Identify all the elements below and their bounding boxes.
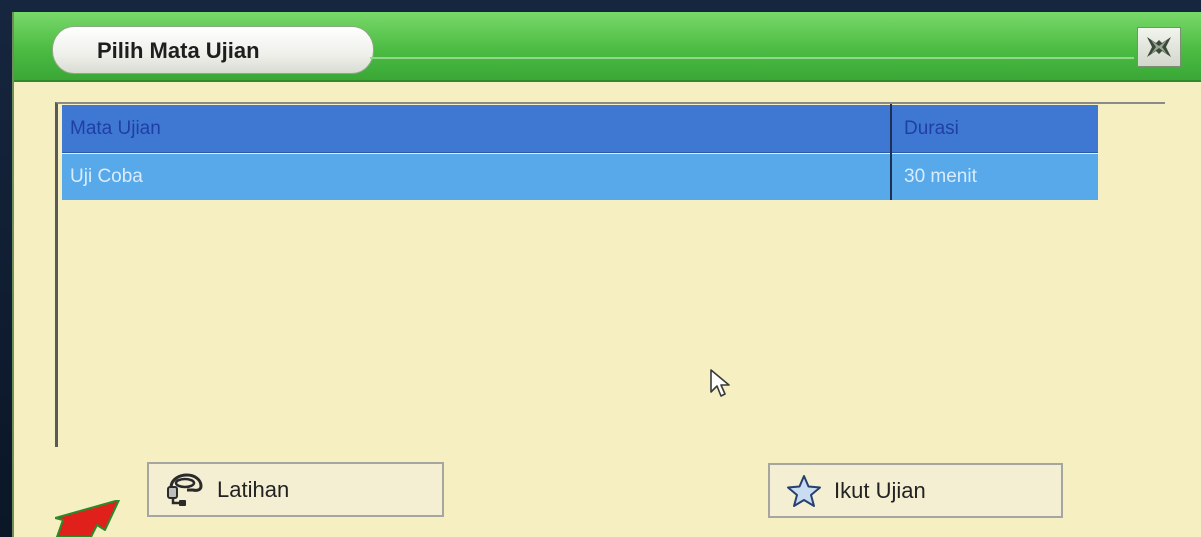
exam-list: Mata Ujian Durasi Uji Coba 30 menit xyxy=(55,102,1165,447)
column-header-subject[interactable]: Mata Ujian xyxy=(70,118,161,140)
close-button[interactable] xyxy=(1137,27,1181,67)
list-header: Mata Ujian Durasi xyxy=(62,105,1098,153)
title-tab: Pilih Mata Ujian xyxy=(52,26,374,74)
window-titlebar: Pilih Mata Ujian xyxy=(14,12,1201,82)
exam-selection-window: Pilih Mata Ujian Mata Ujian Durasi Uji C… xyxy=(12,12,1201,537)
close-x-icon xyxy=(1147,37,1171,57)
red-arrow-annotation xyxy=(55,500,120,537)
column-divider xyxy=(890,104,892,200)
latihan-button[interactable]: Latihan xyxy=(147,462,444,517)
window-title: Pilih Mata Ujian xyxy=(97,38,260,63)
desktop-screen: Pilih Mata Ujian Mata Ujian Durasi Uji C… xyxy=(0,0,1201,537)
practice-headset-icon xyxy=(167,472,203,506)
latihan-label: Latihan xyxy=(217,476,290,502)
titlebar-divider xyxy=(370,57,1134,59)
ikut-ujian-label: Ikut Ujian xyxy=(834,477,926,503)
cell-duration: 30 menit xyxy=(904,166,977,187)
cell-subject: Uji Coba xyxy=(70,166,143,187)
ikut-ujian-button[interactable]: Ikut Ujian xyxy=(768,463,1063,518)
table-row[interactable]: Uji Coba 30 menit xyxy=(62,154,1098,200)
star-icon xyxy=(787,474,821,507)
column-header-duration[interactable]: Durasi xyxy=(904,118,959,140)
mouse-cursor-icon xyxy=(710,369,730,397)
